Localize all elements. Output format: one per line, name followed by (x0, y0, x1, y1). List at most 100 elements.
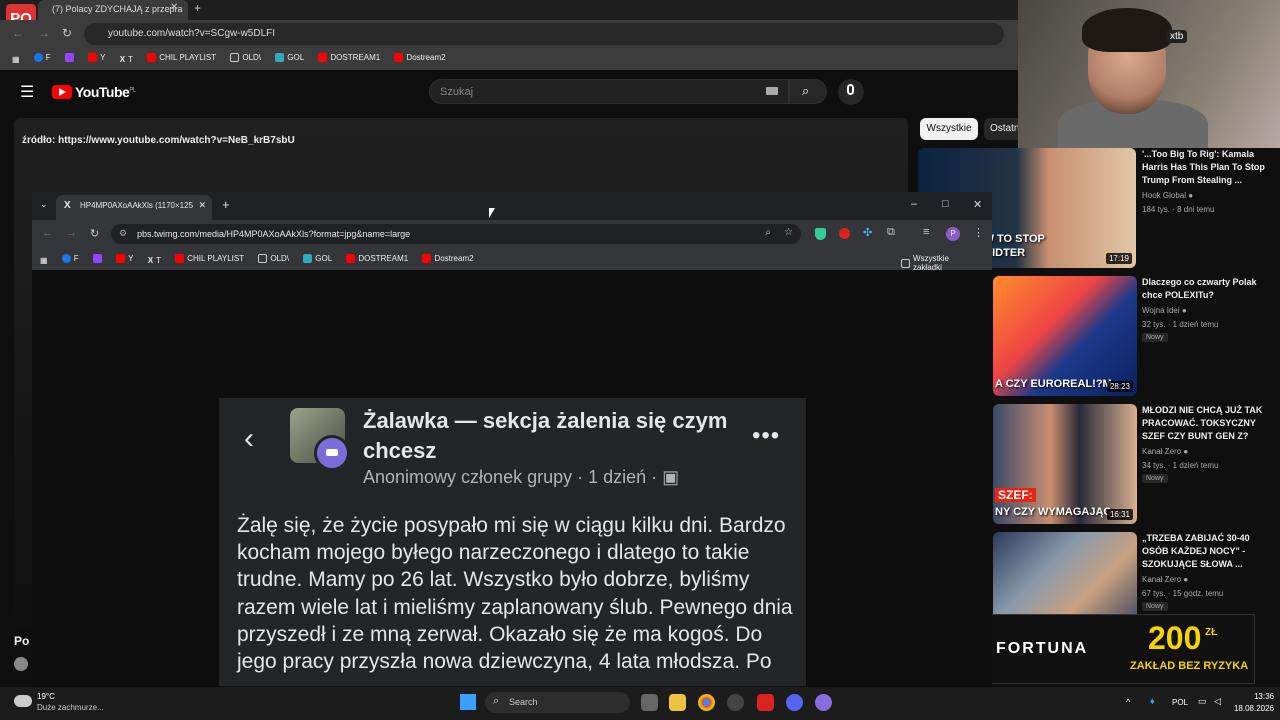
forward-icon[interactable]: → (38, 26, 50, 40)
fg-url-bar[interactable]: ⚙ pbs.twimg.com/media/HP4MP0AXoAAkXls?fo… (111, 224, 801, 244)
new-tab-icon[interactable]: + (194, 1, 201, 15)
weather-cloud-icon[interactable] (14, 695, 32, 707)
sidebar-meta: 32 tys. · 1 dzień temu (1142, 320, 1219, 329)
bookmark-x[interactable]: XT (148, 256, 161, 265)
sidebar-channel[interactable]: Kanał Zero ● (1142, 447, 1188, 456)
bookmark-twitch[interactable] (92, 254, 102, 263)
privacy-icon: ▣ (662, 467, 680, 487)
forward-icon[interactable]: → (66, 227, 77, 239)
mic-button[interactable] (838, 79, 864, 105)
bookmark-x[interactable]: XT (120, 55, 133, 64)
fg-tab-image[interactable]: X HP4MP0AXoAAkXls (1170×125 ✕ (56, 195, 212, 220)
adblock-extension-icon[interactable] (839, 228, 850, 239)
extension-icon[interactable]: ✣ (863, 226, 872, 239)
file-explorer-icon[interactable] (669, 694, 686, 711)
menu-icon[interactable]: ☰ (20, 82, 34, 102)
more-menu-icon[interactable]: ⋮ (973, 226, 984, 239)
video-thumbnail[interactable]: SZEF: NY CZY WYMAGAJĄC 16:31 (993, 404, 1137, 524)
tab-search-icon[interactable]: ⌄ (40, 199, 48, 210)
bookmark-label: GOL (287, 53, 305, 62)
zoom-icon[interactable]: ⌕ (765, 227, 771, 238)
avatar[interactable] (14, 657, 28, 671)
shield-extension-icon[interactable] (815, 228, 826, 240)
maximize-icon[interactable]: □ (942, 198, 949, 210)
discord-icon[interactable] (786, 694, 803, 711)
bg-url-bar[interactable]: youtube.com/watch?v=SCgw-w5DLFI (84, 23, 1004, 45)
video-thumbnail[interactable] (993, 532, 1137, 614)
bookmark-star-icon[interactable]: ☆ (784, 227, 793, 238)
puzzle-icon[interactable]: ⧉ (887, 226, 895, 239)
sidebar-channel[interactable]: Kanał Zero ● (1142, 575, 1188, 584)
bookmark-twitch[interactable] (64, 53, 74, 62)
bg-tab-youtube[interactable]: (7) Polacy ZDYCHAJĄ z przepra (38, 0, 188, 20)
bookmark-dostream1[interactable]: DOSTREAM1 (318, 53, 380, 62)
profile-avatar[interactable]: P (946, 227, 960, 241)
thumbnail-badge: SZEF: (995, 488, 1036, 502)
bookmark-folder-old[interactable]: OLD\ (258, 254, 289, 263)
app-red-icon[interactable] (757, 694, 774, 711)
sidebar-channel[interactable]: Wojna Idei ● (1142, 306, 1187, 315)
chip-all[interactable]: Wszystkie (920, 118, 978, 140)
bookmark-gol[interactable]: GOL (275, 53, 304, 62)
youtube-logo[interactable]: YouTubePL (52, 84, 136, 100)
sidebar-video-4[interactable]: „TRZEBA ZABIJAĆ 30-40 OSÓB KAŻDEJ NOCY" … (993, 532, 1280, 614)
windows-start-icon[interactable] (460, 694, 476, 710)
back-icon[interactable]: ← (12, 26, 24, 40)
youtube-logo-text: YouTube (75, 84, 130, 100)
close-window-icon[interactable]: ✕ (973, 198, 982, 211)
taskbar-search-label: Search (509, 697, 538, 707)
back-icon[interactable]: ← (42, 227, 53, 239)
app-purple-icon[interactable] (815, 694, 832, 711)
clock-time[interactable]: 13:36 (1236, 692, 1274, 701)
volume-icon[interactable]: ◁ (1214, 696, 1221, 707)
sidebar-channel[interactable]: Hook Global ● (1142, 191, 1193, 200)
bookmark-chil-playlist[interactable]: CHIL PLAYLIST (147, 53, 216, 62)
language-indicator[interactable]: POL (1172, 698, 1188, 707)
weather-desc[interactable]: Duże zachmurze... (37, 703, 104, 712)
sidebar-video-title[interactable]: MŁODZI NIE CHCĄ JUŻ TAK PRACOWAĆ. TOKSYC… (1142, 404, 1278, 443)
tray-expand-icon[interactable]: ^ (1126, 697, 1130, 707)
chrome-icon[interactable] (698, 694, 715, 711)
bookmark-label: Y (128, 254, 134, 263)
bookmark-folder-old[interactable]: OLD\ (230, 53, 261, 62)
sidebar-video-title[interactable]: „TRZEBA ZABIJAĆ 30-40 OSÓB KAŻDEJ NOCY" … (1142, 532, 1278, 571)
weather-temp[interactable]: 19°C (37, 692, 55, 701)
sidebar-video-title[interactable]: Dlaczego co czwarty Polak chce POLEXITu? (1142, 276, 1278, 302)
minimize-icon[interactable]: – (911, 198, 917, 210)
webcam-overlay: xtb (1018, 0, 1280, 148)
site-info-icon[interactable]: ⚙ (119, 228, 127, 239)
bookmark-youtube[interactable]: Y (116, 254, 134, 263)
ad-amount: 200 (1148, 620, 1202, 656)
youtube-search-input[interactable]: Szukaj (429, 79, 789, 104)
tray-app-icon[interactable]: ♦ (1150, 696, 1155, 706)
close-icon[interactable]: ✕ (170, 2, 178, 13)
thumbnail-caption: NY CZY WYMAGAJĄC (995, 506, 1112, 518)
close-icon[interactable]: ✕ (198, 200, 206, 211)
youtube-play-icon (52, 85, 72, 99)
reading-list-icon[interactable]: ≡ (923, 226, 929, 238)
bookmark-youtube[interactable]: Y (88, 53, 106, 62)
bookmark-gol[interactable]: GOL (303, 254, 332, 263)
bookmark-facebook[interactable]: F (61, 254, 79, 263)
reload-icon[interactable]: ↻ (62, 26, 72, 40)
bookmark-chil-playlist[interactable]: CHIL PLAYLIST (175, 254, 244, 263)
bookmark-dostream1[interactable]: DOSTREAM1 (346, 254, 408, 263)
network-icon[interactable]: ▭ (1198, 696, 1207, 707)
bookmark-dostream2[interactable]: Dostream2 (422, 254, 474, 263)
keyboard-icon[interactable] (766, 87, 778, 95)
search-button[interactable]: ⌕ (789, 79, 827, 104)
sidebar-video-2[interactable]: A CZY EUROREAL!?M 28:23 Dlaczego co czwa… (993, 276, 1280, 400)
video-thumbnail[interactable]: A CZY EUROREAL!?M 28:23 (993, 276, 1137, 396)
task-view-icon[interactable] (641, 694, 658, 711)
taskbar-search[interactable]: ⌕ Search (485, 692, 630, 713)
sidebar-video-title[interactable]: '...Too Big To Rig': Kamala Harris Has T… (1142, 148, 1278, 187)
bookmark-facebook[interactable]: F (33, 53, 51, 62)
clock-date[interactable]: 18.08.2026 (1228, 704, 1274, 713)
bookmark-dostream2[interactable]: Dostream2 (394, 53, 446, 62)
sidebar-video-3[interactable]: SZEF: NY CZY WYMAGAJĄC 16:31 MŁODZI NIE … (993, 404, 1280, 528)
new-tab-icon[interactable]: + (222, 197, 230, 212)
apps-icon[interactable]: ▦ (40, 256, 48, 265)
reload-icon[interactable]: ↻ (90, 227, 99, 240)
app-icon[interactable] (727, 694, 744, 711)
apps-icon[interactable]: ▦ (12, 55, 20, 64)
